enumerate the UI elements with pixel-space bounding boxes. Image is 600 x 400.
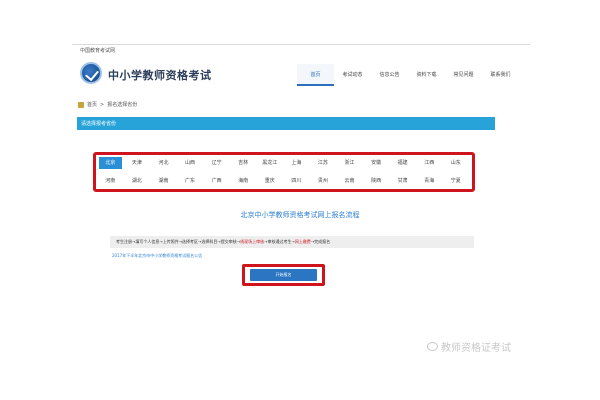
region-button[interactable]: 江西 [418,157,441,169]
region-button[interactable]: 广西 [205,175,228,187]
region-button[interactable]: 宁夏 [445,175,468,187]
section-header: 请选择报考省份 [77,117,495,130]
nav-item-exam-news[interactable]: 考试动态 [334,64,371,86]
breadcrumb-current: 报名选择省份 [107,102,138,108]
region-button[interactable]: 四川 [285,175,308,187]
region-button[interactable]: 河北 [152,157,175,169]
process-steps-end: →完成报名 [310,239,331,244]
main-nav: 首页 考试动态 信息公告 资料下载 常见问题 联系我们 [297,64,519,86]
region-row-1: 北京 天津 河北 山西 辽宁 吉林 黑龙江 上海 江苏 浙江 安徽 福建 江西 山东 [99,157,471,171]
region-button[interactable]: 青海 [418,175,441,187]
region-button[interactable]: 北京 [99,157,122,169]
site-title: 中小学教师资格考试 [108,69,212,82]
region-button[interactable]: 河南 [99,175,122,187]
region-button[interactable]: 云南 [338,175,361,187]
region-button[interactable]: 安徽 [365,157,388,169]
region-selector: 北京 天津 河北 山西 辽宁 吉林 黑龙江 上海 江苏 浙江 安徽 福建 江西 山东 河南 湖北 湖南 广东 广西… [99,157,471,193]
region-button[interactable]: 重庆 [258,175,281,187]
region-button[interactable]: 广东 [179,175,202,187]
breadcrumb-separator: > [100,101,105,108]
nav-item-faq[interactable]: 常见问题 [445,64,482,86]
region-button[interactable]: 江苏 [312,157,335,169]
site-logo-icon[interactable] [80,62,102,84]
notice-link[interactable]: 2017年下半年北京市中小学教师资格考试报名公告 [112,253,202,259]
home-icon [78,101,84,108]
nav-item-contact[interactable]: 联系我们 [482,64,519,86]
region-button[interactable]: 贵州 [312,175,335,187]
region-button[interactable]: 浙江 [338,157,361,169]
nav-item-downloads[interactable]: 资料下载 [408,64,445,86]
region-row-2: 河南 湖北 湖南 广东 广西 海南 重庆 四川 贵州 云南 陕西 甘肃 青海 宁夏 [99,175,471,189]
nav-item-home[interactable]: 首页 [297,64,334,86]
nav-item-announcements[interactable]: 信息公告 [371,64,408,86]
region-button[interactable]: 湖北 [126,175,149,187]
process-steps-start: 考生注册→填写个人信息→上传照件→选择考区→选择科目→提交审核→ [116,239,241,244]
region-button[interactable]: 福建 [391,157,414,169]
region-button[interactable]: 海南 [232,175,255,187]
region-button[interactable]: 天津 [126,157,149,169]
site-header: 中小学教师资格考试 首页 考试动态 信息公告 资料下载 常见问题 联系我们 [72,56,530,96]
breadcrumb: 首页 > 报名选择省份 [78,101,137,108]
watermark-text: 教师资格证考试 [441,343,511,354]
region-button[interactable]: 黑龙江 [258,157,281,169]
process-steps-middle: →审核通过考生→ [264,239,295,244]
process-highlight-payment: 网上缴费 [294,239,311,244]
region-button[interactable]: 湖南 [152,175,175,187]
watermark: 教师资格证考试 [427,339,511,354]
weibo-icon [427,342,438,351]
region-button[interactable]: 甘肃 [391,175,414,187]
region-button[interactable]: 吉林 [232,157,255,169]
process-steps: 考生注册→填写个人信息→上传照件→选择考区→选择科目→提交审核→线现场上审核→审… [110,236,474,248]
region-button[interactable]: 陕西 [365,175,388,187]
browser-tab-title[interactable]: 中国教育考试网 [80,47,115,54]
section-title: 请选择报考省份 [81,121,117,127]
breadcrumb-home[interactable]: 首页 [87,101,97,108]
region-button[interactable]: 上海 [285,157,308,169]
process-highlight-review: 线现场上审核 [240,239,265,244]
region-button[interactable]: 山西 [179,157,202,169]
region-button[interactable]: 山东 [445,157,468,169]
browser-tab-bar: 中国教育考试网 [72,44,530,56]
region-button[interactable]: 辽宁 [205,157,228,169]
process-title: 北京中小学教师资格考试网上报名流程 [240,211,360,219]
start-registration-button[interactable]: 开始报名 [250,269,317,281]
